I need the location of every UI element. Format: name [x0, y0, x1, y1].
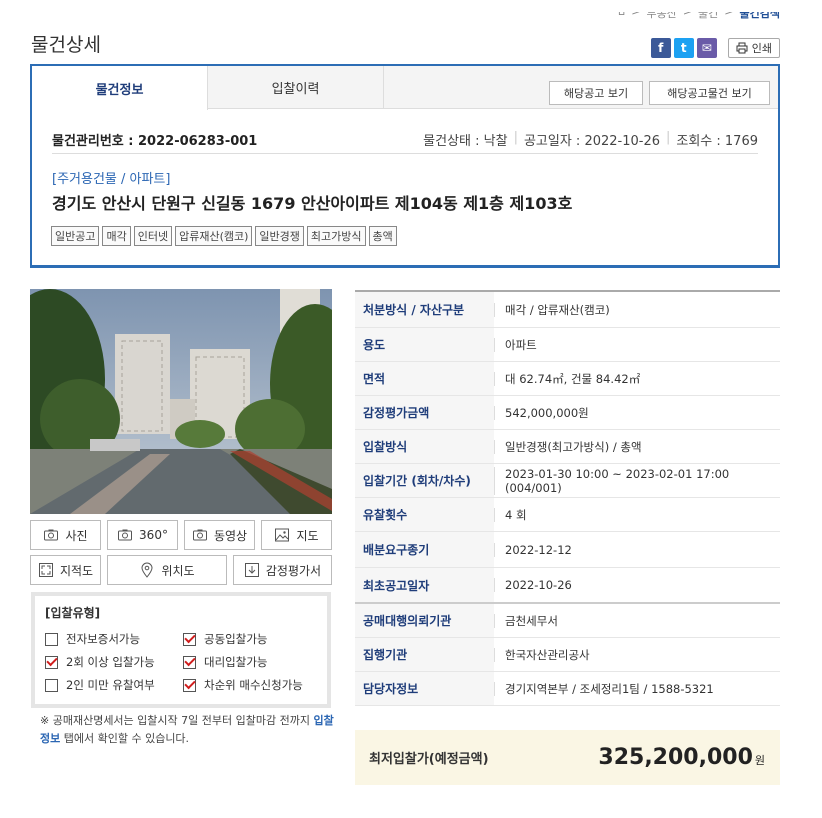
- view-count: 조회수 : 1769: [676, 134, 758, 149]
- tag: 최고가방식: [306, 226, 366, 246]
- map-image-icon: [275, 528, 290, 542]
- item-meta-row: 물건관리번호 : 2022-06283-001 물건상태 : 낙찰 | 공고일자…: [52, 126, 758, 154]
- detail-row: 공매대행의뢰기관 금천세무서: [355, 604, 780, 638]
- share-bar: f t ✉ 인쇄: [650, 38, 780, 58]
- tag: 일반공고: [51, 226, 100, 246]
- detail-row: 입찰방식 일반경쟁(최고가방식) / 총액: [355, 430, 780, 464]
- checkbox: [45, 678, 58, 692]
- statement-note: ※ 공매재산명세서는 입찰시작 7일 전부터 입찰마감 전까지 입찰정보 탭에서…: [40, 714, 334, 745]
- detail-row: 최초공고일자 2022-10-26: [355, 568, 780, 602]
- map-button[interactable]: 지도: [261, 520, 332, 550]
- breadcrumb: ⌂ > 부동산 > 물건 > 물건검색: [618, 12, 780, 26]
- checkbox-checked: [45, 655, 58, 669]
- breadcrumb-item[interactable]: 물건: [698, 12, 718, 21]
- print-label: 인쇄: [751, 42, 772, 55]
- view-notice-items-button[interactable]: 해당공고물건 보기: [649, 81, 770, 105]
- bid-option: 2회 이상 입찰가능: [45, 654, 183, 670]
- item-status: 물건상태 : 낙찰: [423, 134, 508, 149]
- tag: 일반경쟁: [255, 226, 304, 246]
- bid-option: 차순위 매수신청가능: [183, 677, 323, 693]
- breadcrumb-item[interactable]: 부동산: [646, 12, 676, 21]
- detail-row: 감정평가금액 542,000,000원: [355, 396, 780, 430]
- item-summary-panel: 물건정보 입찰이력 해당공고 보기 해당공고물건 보기 물건관리번호 : 202…: [30, 64, 780, 268]
- detail-row: 배분요구종기 2022-12-12: [355, 532, 780, 568]
- detail-row: 담당자정보 경기지역본부 / 조세정리1팀 / 1588-5321: [355, 672, 780, 706]
- detail-row: 유찰횟수 4 회: [355, 498, 780, 532]
- tag: 압류재산(캠코): [175, 226, 253, 246]
- photo-button[interactable]: 사진: [30, 520, 101, 550]
- camera-icon: [44, 529, 59, 541]
- management-number: 물건관리번호 : 2022-06283-001: [52, 134, 258, 149]
- 360-view-button[interactable]: 360°: [107, 520, 178, 550]
- detail-row: 면적 대 62.74㎡, 건물 84.42㎡: [355, 362, 780, 396]
- bid-option: 공동입찰가능: [183, 631, 323, 647]
- video-button[interactable]: 동영상: [184, 520, 255, 550]
- tab-bar: 물건정보 입찰이력 해당공고 보기 해당공고물건 보기: [32, 66, 778, 110]
- bid-type-title: [입찰유형]: [45, 606, 101, 620]
- download-icon: [244, 563, 259, 577]
- item-address: 경기도 안산시 단원구 신길동 1679 안산아이파트 제104동 제1층 제1…: [52, 194, 573, 213]
- camera-icon: [118, 529, 133, 541]
- twitter-icon[interactable]: t: [673, 38, 694, 58]
- bid-option: 대리입찰가능: [183, 654, 323, 670]
- price-value: 325,200,000 원: [598, 745, 765, 770]
- price-label: 최저입찰가(예정금액): [369, 752, 489, 767]
- location-map-button[interactable]: 위치도: [107, 555, 227, 585]
- location-pin-icon: [141, 562, 153, 578]
- expand-icon: [38, 563, 53, 577]
- detail-group-agency: 공매대행의뢰기관 금천세무서 집행기관 한국자산관리공사 담당자정보 경기지역본부 /…: [355, 604, 780, 706]
- checkbox: [45, 632, 58, 646]
- bid-option: 2인 미만 유찰여부: [45, 677, 183, 693]
- bid-type-panel: [입찰유형] 전자보증서가능 공동입찰가능 2회 이상 입찰가능 대리입찰가능 …: [31, 592, 331, 708]
- view-notice-button[interactable]: 해당공고 보기: [549, 81, 643, 105]
- tag: 인터넷: [133, 226, 173, 246]
- checkbox-checked: [183, 655, 196, 669]
- checkbox-checked: [183, 632, 196, 646]
- page-title: 물건상세: [31, 34, 101, 56]
- appraisal-report-button[interactable]: 감정평가서: [233, 555, 332, 585]
- property-photo[interactable]: [30, 289, 332, 514]
- camera-icon: [192, 529, 207, 541]
- bid-option: 전자보증서가능: [45, 631, 183, 647]
- facebook-icon[interactable]: f: [650, 38, 671, 58]
- breadcrumb-current[interactable]: 물건검색: [740, 12, 780, 21]
- checkbox-checked: [183, 678, 196, 692]
- item-tags: 일반공고 매각 인터넷 압류재산(캠코) 일반경쟁 최고가방식 총액: [51, 226, 397, 246]
- printer-icon: [736, 42, 748, 54]
- detail-row: 입찰기간 (회차/차수) 2023-01-30 10:00 ~ 2023-02-0…: [355, 464, 780, 498]
- media-buttons: 사진 360° 동영상 지도: [30, 520, 332, 550]
- tab-item-info[interactable]: 물건정보: [32, 66, 208, 110]
- cadastral-map-button[interactable]: 지적도: [30, 555, 101, 585]
- minimum-bid-price: 최저입찰가(예정금액) 325,200,000 원: [355, 730, 780, 785]
- home-icon[interactable]: ⌂: [618, 12, 625, 18]
- detail-table: 처분방식 / 자산구분 매각 / 압류재산(캠코) 용도 아파트 면적 대 62.74…: [355, 290, 780, 706]
- print-button[interactable]: 인쇄: [727, 38, 780, 58]
- detail-group-bid: 처분방식 / 자산구분 매각 / 압류재산(캠코) 용도 아파트 면적 대 62.74…: [355, 292, 780, 604]
- tab-bid-history[interactable]: 입찰이력: [208, 66, 384, 109]
- item-status-group: 물건상태 : 낙찰 | 공고일자 : 2022-10-26 | 조회수 : 17…: [423, 130, 758, 149]
- notice-date: 공고일자 : 2022-10-26: [523, 134, 660, 149]
- detail-row: 용도 아파트: [355, 328, 780, 362]
- mail-icon[interactable]: ✉: [696, 38, 717, 58]
- tag: 총액: [368, 226, 397, 246]
- tag: 매각: [102, 226, 131, 246]
- detail-row: 처분방식 / 자산구분 매각 / 압류재산(캠코): [355, 292, 780, 328]
- detail-row: 집행기관 한국자산관리공사: [355, 638, 780, 672]
- media-buttons-secondary: 지적도 위치도 감정평가서: [30, 555, 332, 585]
- item-category: [주거용건물 / 아파트]: [52, 172, 171, 187]
